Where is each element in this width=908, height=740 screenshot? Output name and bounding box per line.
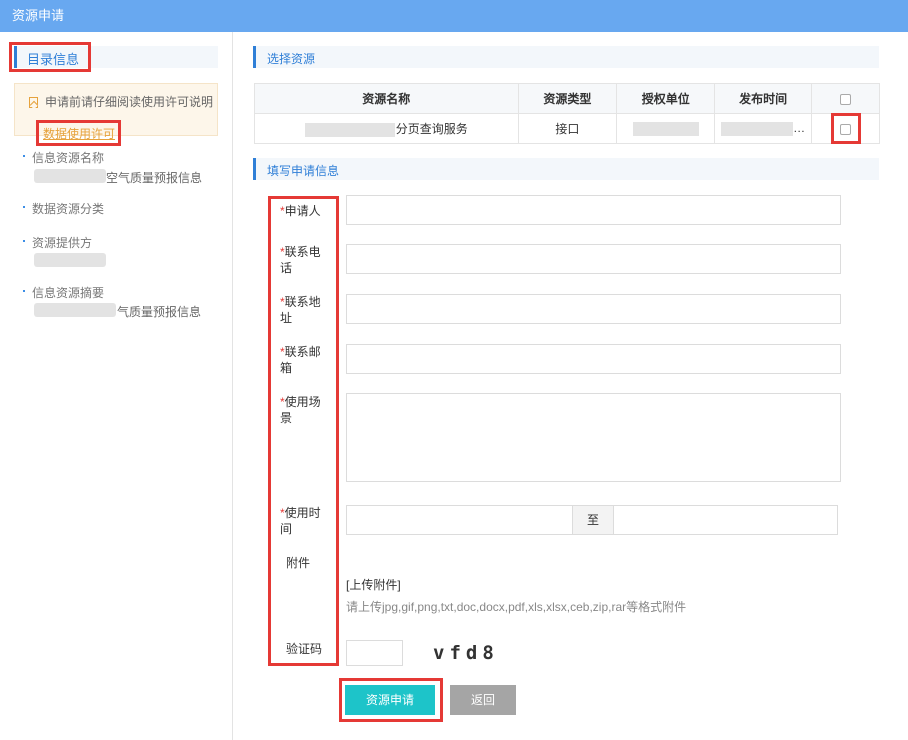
- applicant-label: *申请人: [280, 204, 321, 218]
- application-info-header: 填写申请信息: [253, 158, 879, 180]
- col-publish-time: 发布时间: [714, 83, 813, 114]
- email-input[interactable]: [346, 344, 841, 374]
- resource-name-value: 空气质量预报信息: [106, 171, 203, 185]
- usage-scenario-textarea[interactable]: [346, 393, 841, 482]
- resource-name-label: 信息资源名称: [22, 149, 104, 166]
- data-license-link[interactable]: 数据使用许可: [43, 125, 115, 142]
- row-select-checkbox[interactable]: [840, 123, 852, 135]
- attachment-format-hint: 请上传jpg,gif,png,txt,doc,docx,pdf,xls,xlsx…: [346, 600, 687, 614]
- redacted-area: [34, 253, 106, 267]
- select-resource-header: 选择资源: [253, 46, 879, 68]
- resource-provider-label: 资源提供方: [22, 234, 92, 251]
- sidebar: 目录信息 申请前请仔细阅读使用许可说明 数据使用许可 信息资源名称 空气质量预报…: [0, 32, 233, 740]
- usage-time-start-input[interactable]: [346, 505, 573, 535]
- captcha-label: 验证码: [286, 642, 323, 656]
- upload-attachment-link[interactable]: [上传附件]: [346, 576, 401, 593]
- cell-resource-name: 分页查询服务: [254, 113, 519, 144]
- col-select-all: [811, 83, 880, 114]
- usage-time-end-input[interactable]: [613, 505, 838, 535]
- catalog-info-header: 目录信息: [14, 46, 218, 68]
- address-input[interactable]: [346, 294, 841, 324]
- resource-table: 资源名称 资源类型 授权单位 发布时间 分页查询服务 接口 …: [254, 83, 880, 144]
- usage-scenario-label: *使用场景: [280, 395, 321, 425]
- back-button[interactable]: 返回: [450, 685, 516, 715]
- resource-summary-label: 信息资源摘要: [22, 284, 104, 301]
- cell-resource-type: 接口: [517, 113, 618, 144]
- usage-time-label: *使用时间: [280, 506, 321, 536]
- submit-application-button[interactable]: 资源申请: [345, 685, 435, 715]
- window-title: 资源申请: [0, 0, 908, 32]
- license-notice-text: 申请前请仔细阅读使用许可说明: [45, 95, 214, 109]
- col-resource-name: 资源名称: [254, 83, 519, 114]
- attachment-label: 附件: [286, 556, 311, 570]
- col-auth-unit: 授权单位: [616, 83, 716, 114]
- phone-input[interactable]: [346, 244, 841, 274]
- resource-summary-value: 气质量预报信息: [117, 305, 202, 319]
- application-info-title: 填写申请信息: [267, 164, 340, 178]
- phone-label: *联系电话: [280, 245, 321, 275]
- table-header-row: 资源名称 资源类型 授权单位 发布时间: [254, 83, 880, 114]
- table-row: 分页查询服务 接口 …: [254, 113, 880, 144]
- select-all-checkbox[interactable]: [840, 93, 852, 105]
- cell-publish-time: …: [714, 113, 813, 144]
- select-resource-title: 选择资源: [267, 52, 316, 66]
- captcha-input[interactable]: [346, 640, 403, 666]
- date-range-separator: 至: [572, 505, 614, 535]
- col-resource-type: 资源类型: [517, 83, 618, 114]
- redacted-area: [34, 169, 106, 183]
- cell-row-select: [811, 113, 880, 144]
- catalog-info-title: 目录信息: [27, 52, 80, 67]
- captcha-image[interactable]: vfd8: [433, 642, 499, 664]
- redacted-area: [304, 122, 395, 137]
- address-label: *联系地址: [280, 295, 321, 325]
- applicant-input[interactable]: [346, 195, 841, 225]
- redacted-area: [34, 303, 116, 317]
- cell-auth-unit: [616, 113, 716, 144]
- email-label: *联系邮箱: [280, 345, 321, 375]
- resource-category-label: 数据资源分类: [22, 200, 104, 217]
- license-notice: 申请前请仔细阅读使用许可说明 数据使用许可: [14, 83, 218, 141]
